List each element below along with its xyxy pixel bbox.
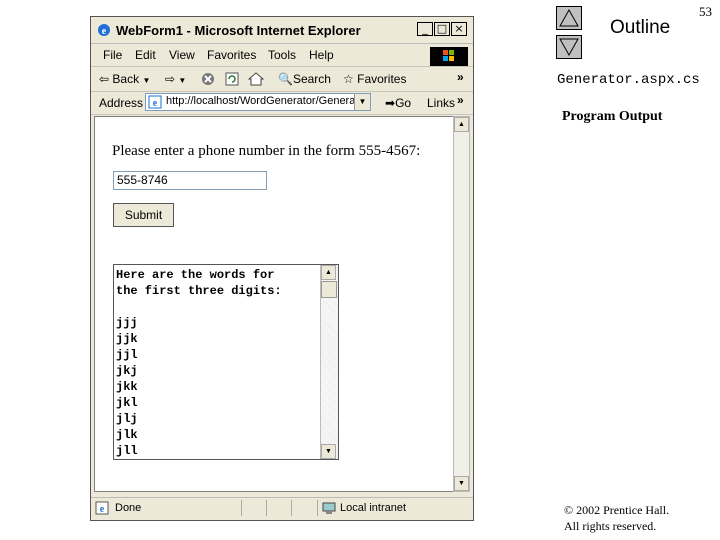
- textarea-scrollbar[interactable]: ▲ ▼: [320, 265, 338, 459]
- up-arrow-icon: [559, 8, 579, 27]
- menu-favorites[interactable]: Favorites: [207, 48, 256, 62]
- favorites-button[interactable]: ☆ Favorites: [343, 72, 406, 86]
- copyright: © 2002 Prentice Hall. All rights reserve…: [564, 502, 669, 534]
- search-icon: 🔍: [278, 72, 293, 86]
- go-arrow-icon: ➡: [385, 96, 396, 110]
- page-content: Please enter a phone number in the form …: [94, 116, 457, 492]
- dropdown-icon: ▼: [178, 76, 187, 85]
- status-divider: [317, 500, 318, 516]
- status-divider: [291, 500, 292, 516]
- back-button[interactable]: ⇦ Back ▼: [99, 72, 150, 86]
- scroll-up-icon[interactable]: ▲: [454, 117, 469, 132]
- page-number: 53: [699, 4, 712, 19]
- home-icon: [247, 72, 265, 86]
- svg-text:e: e: [102, 26, 107, 37]
- favorites-label: Favorites: [357, 72, 407, 86]
- svg-text:e: e: [153, 98, 158, 109]
- windows-logo-icon: [430, 47, 468, 66]
- page-icon: e: [148, 95, 162, 109]
- intranet-icon: [322, 502, 336, 514]
- maximize-button[interactable]: □: [434, 22, 450, 36]
- menu-file[interactable]: File: [103, 48, 122, 62]
- output-textarea[interactable]: Here are the words for the first three d…: [113, 264, 339, 460]
- favorites-icon: ☆: [343, 72, 354, 86]
- copyright-line-2: All rights reserved.: [564, 519, 657, 533]
- back-arrow-icon: ⇦: [99, 72, 110, 86]
- address-url: http://localhost/WordGenerator/Generator…: [166, 95, 354, 107]
- refresh-icon: [225, 72, 239, 86]
- page-done-icon: e: [95, 501, 109, 515]
- textarea-scroll-up-icon[interactable]: ▲: [321, 265, 336, 280]
- window-title: WebForm1 - Microsoft Internet Explorer: [116, 23, 361, 38]
- next-slide-button[interactable]: [556, 35, 582, 59]
- browser-window: e WebForm1 - Microsoft Internet Explorer…: [90, 16, 474, 521]
- phone-prompt: Please enter a phone number in the form …: [112, 143, 421, 159]
- address-bar: Address e http://localhost/WordGenerator…: [91, 92, 473, 115]
- toolbar: ⇦ Back ▼ ⇨ ▼ 🔍Search ☆ Favorites »: [91, 67, 473, 92]
- textarea-scroll-thumb[interactable]: [321, 281, 337, 298]
- page-scrollbar[interactable]: ▲ ▼: [453, 116, 470, 492]
- home-button[interactable]: [247, 72, 265, 89]
- status-bar: e Done Local intranet: [91, 497, 473, 520]
- forward-button[interactable]: ⇨ ▼: [165, 72, 186, 86]
- menu-tools[interactable]: Tools: [268, 48, 296, 62]
- security-zone: Local intranet: [340, 502, 407, 514]
- submit-button[interactable]: Submit: [113, 203, 174, 227]
- dropdown-icon: ▼: [142, 76, 151, 85]
- address-input[interactable]: e http://localhost/WordGenerator/Generat…: [145, 93, 371, 111]
- status-text: Done: [115, 502, 142, 514]
- links-label: Links: [427, 96, 456, 110]
- search-label: Search: [292, 72, 331, 86]
- status-divider: [266, 500, 267, 516]
- refresh-button[interactable]: [225, 72, 239, 89]
- previous-slide-button[interactable]: [556, 6, 582, 30]
- address-dropdown-icon[interactable]: ▼: [354, 94, 370, 110]
- svg-text:e: e: [100, 504, 105, 515]
- scroll-down-icon[interactable]: ▼: [454, 476, 469, 491]
- links-chevron-icon[interactable]: »: [457, 93, 464, 107]
- search-button[interactable]: 🔍Search: [278, 72, 331, 86]
- outline-label: Outline: [610, 17, 671, 38]
- back-label: Back: [112, 72, 140, 86]
- phone-number-input[interactable]: 555-8746: [113, 171, 267, 190]
- address-label: Address: [99, 96, 144, 110]
- copyright-line-1: © 2002 Prentice Hall.: [564, 503, 670, 517]
- menu-view[interactable]: View: [169, 48, 195, 62]
- slide-title: Generator.aspx.cs: [557, 72, 700, 88]
- status-divider: [241, 500, 242, 516]
- output-text: Here are the words for the first three d…: [116, 268, 282, 458]
- slide-subtitle: Program Output: [562, 109, 663, 124]
- ie-icon: e: [98, 24, 110, 37]
- go-button[interactable]: ➡Go: [385, 96, 411, 110]
- stop-icon: [202, 73, 214, 85]
- links-button[interactable]: Links: [427, 96, 455, 110]
- textarea-scroll-down-icon[interactable]: ▼: [321, 444, 336, 459]
- stop-button[interactable]: [201, 72, 215, 89]
- menu-edit[interactable]: Edit: [135, 48, 156, 62]
- minimize-button[interactable]: _: [417, 22, 433, 36]
- toolbar-chevron-icon[interactable]: »: [457, 70, 464, 84]
- down-arrow-icon: [559, 38, 579, 57]
- go-label: Go: [395, 96, 412, 110]
- close-button[interactable]: ×: [451, 22, 467, 36]
- menu-bar: File Edit View Favorites Tools Help: [91, 44, 473, 67]
- menu-help[interactable]: Help: [309, 48, 334, 62]
- forward-arrow-icon: ⇨: [165, 72, 176, 86]
- title-bar: e WebForm1 - Microsoft Internet Explorer…: [91, 17, 473, 44]
